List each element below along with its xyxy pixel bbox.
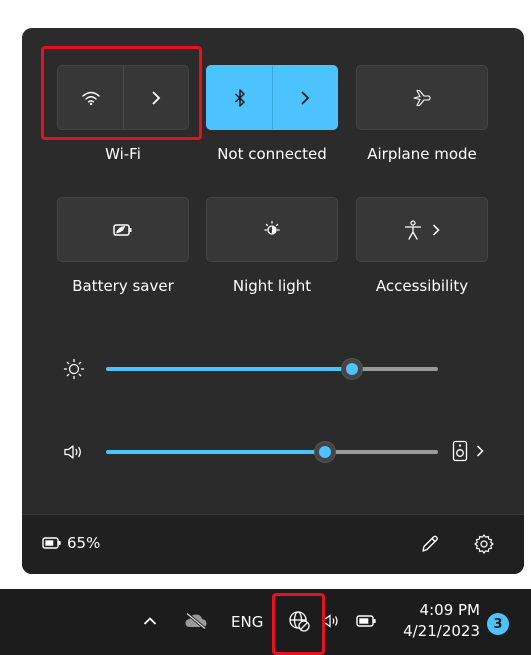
gear-icon[interactable]	[473, 533, 495, 555]
chevron-up-icon[interactable]	[143, 616, 157, 626]
wifi-label: Wi-Fi	[105, 145, 141, 163]
night-light-tile[interactable]	[206, 197, 338, 262]
quick-settings-panel: Wi-Fi Not connected Airplane mode Batter…	[22, 28, 524, 574]
accessibility-label: Accessibility	[375, 277, 469, 295]
battery-saver-tile[interactable]	[57, 197, 189, 262]
brightness-slider-track[interactable]	[351, 367, 438, 371]
chevron-right-icon	[476, 445, 484, 457]
quick-settings-footer: 65%	[22, 514, 524, 574]
chevron-right-icon	[151, 90, 161, 105]
volume-slider-track[interactable]	[325, 450, 438, 454]
airplane-icon	[412, 89, 432, 107]
chevron-right-icon	[432, 223, 440, 236]
airplane-mode-tile[interactable]	[356, 65, 488, 130]
bluetooth-icon	[234, 88, 246, 107]
bluetooth-label: Not connected	[217, 145, 327, 163]
bluetooth-expand-button[interactable]	[272, 66, 337, 129]
bluetooth-tile	[206, 65, 338, 130]
brightness-slider-row	[22, 354, 524, 384]
accessibility-tile[interactable]	[356, 197, 488, 262]
notification-badge[interactable]: 3	[487, 613, 509, 635]
volume-icon[interactable]	[322, 613, 344, 629]
battery-icon	[42, 537, 62, 549]
input-language-indicator[interactable]: ENG	[231, 613, 263, 631]
wifi-tile	[57, 65, 189, 130]
chevron-right-icon	[300, 90, 310, 105]
wifi-expand-button[interactable]	[123, 66, 188, 129]
accessibility-icon	[404, 219, 422, 240]
cloud-off-icon[interactable]	[184, 612, 208, 630]
airplane-mode-label: Airplane mode	[367, 145, 477, 163]
volume-slider-row	[22, 437, 524, 467]
battery-saver-icon	[113, 223, 133, 237]
battery-icon[interactable]	[356, 615, 378, 627]
night-light-icon	[262, 220, 282, 240]
clock[interactable]: 4:09 PM 4/21/2023	[398, 600, 480, 642]
volume-slider-thumb[interactable]	[314, 441, 337, 463]
bluetooth-toggle-button[interactable]	[207, 66, 272, 129]
pencil-icon[interactable]	[420, 534, 440, 554]
wifi-icon	[81, 90, 101, 106]
brightness-slider-thumb[interactable]	[340, 358, 363, 380]
battery-saver-label: Battery saver	[72, 277, 174, 295]
brightness-icon	[63, 358, 85, 380]
wifi-toggle-button[interactable]	[58, 66, 123, 129]
night-light-label: Night light	[232, 277, 312, 295]
clock-time: 4:09 PM	[419, 601, 480, 619]
volume-slider-fill	[106, 450, 326, 454]
speaker-icon[interactable]	[63, 443, 85, 461]
clock-date: 4/21/2023	[403, 622, 480, 640]
battery-status[interactable]: 65%	[42, 534, 100, 552]
audio-output-button[interactable]	[452, 440, 484, 462]
battery-percent: 65%	[67, 534, 101, 552]
brightness-slider-fill	[106, 367, 352, 371]
taskbar: ENG 4:09 PM 4/21/2023 3	[0, 589, 531, 655]
network-globe-icon[interactable]	[288, 610, 310, 632]
audio-output-icon	[452, 440, 468, 462]
